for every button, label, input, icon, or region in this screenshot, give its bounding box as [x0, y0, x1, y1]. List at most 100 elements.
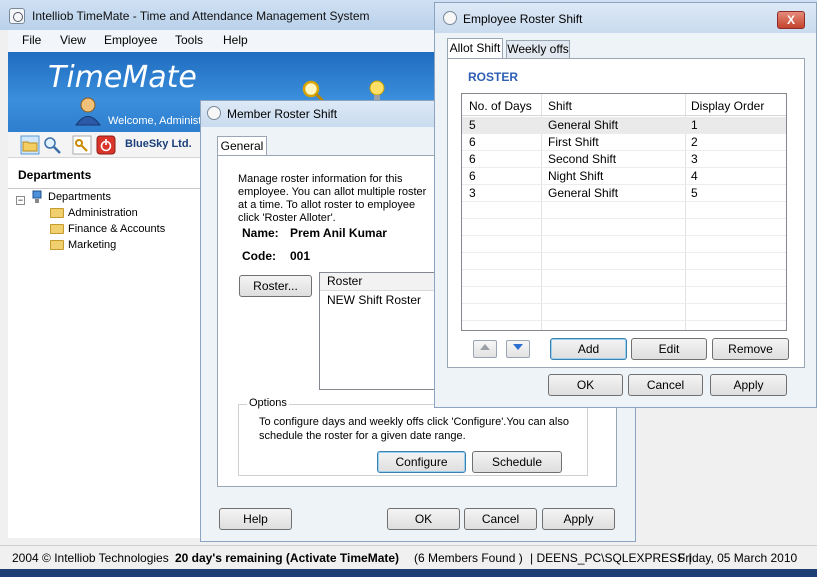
- status-copyright: 2004 © Intelliob Technologies: [12, 551, 169, 565]
- configure-button[interactable]: Configure: [377, 451, 466, 473]
- options-legend: Options: [247, 397, 289, 409]
- move-down-button[interactable]: [506, 340, 530, 358]
- ok-button[interactable]: OK: [387, 508, 460, 530]
- tree-item-label: Finance & Accounts: [68, 223, 166, 235]
- roster-list-item[interactable]: NEW Shift Roster: [327, 293, 421, 307]
- tree-collapse-toggle[interactable]: −: [16, 196, 25, 205]
- row-divider: [462, 286, 786, 287]
- cell-order: 4: [691, 169, 698, 183]
- menu-tools[interactable]: Tools: [175, 33, 203, 47]
- schedule-button[interactable]: Schedule: [472, 451, 562, 473]
- row-divider: [462, 235, 786, 236]
- cell-days: 6: [469, 152, 476, 166]
- ok-button[interactable]: OK: [548, 374, 623, 396]
- departments-panel: Departments − Departments Administration…: [8, 158, 202, 538]
- allot-shift-panel: ROSTER No. of Days Shift Display Order 5: [447, 58, 805, 368]
- employee-dialog-title: Employee Roster Shift: [463, 12, 583, 26]
- arrow-down-icon: [513, 344, 523, 350]
- col-header-days[interactable]: No. of Days: [469, 99, 532, 113]
- clock-icon: [207, 106, 221, 120]
- roster-button[interactable]: Roster...: [239, 275, 312, 297]
- cell-order: 5: [691, 186, 698, 200]
- cell-days: 3: [469, 186, 476, 200]
- tab-weekly-offs[interactable]: Weekly offs: [506, 40, 570, 58]
- col-header-order[interactable]: Display Order: [691, 99, 764, 113]
- status-date: Friday, 05 March 2010: [678, 551, 798, 565]
- cell-days: 6: [469, 169, 476, 183]
- options-text: To configure days and weekly offs click …: [259, 416, 569, 442]
- cell-shift: General Shift: [548, 118, 619, 132]
- employee-dialog-title-bar: Employee Roster Shift X: [435, 3, 816, 33]
- row-divider: [462, 252, 786, 253]
- row-divider: [462, 269, 786, 270]
- roster-section-title: ROSTER: [468, 70, 519, 84]
- remove-button[interactable]: Remove: [712, 338, 789, 360]
- table-row[interactable]: 6 Second Shift 3: [462, 151, 786, 167]
- status-trial[interactable]: 20 day's remaining (Activate TimeMate): [175, 551, 399, 565]
- menu-employee[interactable]: Employee: [104, 33, 157, 47]
- apply-button[interactable]: Apply: [710, 374, 787, 396]
- taskbar-strip: [0, 569, 817, 577]
- add-button[interactable]: Add: [550, 338, 627, 360]
- welcome-text: Welcome, Administ: [108, 115, 202, 127]
- tree-item-label: Administration: [68, 207, 138, 219]
- table-row[interactable]: 5 General Shift 1: [462, 117, 786, 133]
- roster-list[interactable]: Roster NEW Shift Roster: [319, 272, 439, 390]
- name-label: Name:: [242, 226, 279, 240]
- close-icon[interactable]: X: [777, 11, 805, 29]
- shift-grid[interactable]: No. of Days Shift Display Order 5 Genera…: [461, 93, 787, 331]
- table-row[interactable]: 6 Night Shift 4: [462, 168, 786, 184]
- status-server: | DEENS_PC\SQLEXPRESS |: [530, 551, 692, 565]
- key-icon[interactable]: [72, 135, 92, 155]
- name-value: Prem Anil Kumar: [290, 226, 387, 240]
- row-divider: [462, 303, 786, 304]
- code-value: 001: [290, 249, 311, 263]
- cancel-button[interactable]: Cancel: [464, 508, 537, 530]
- grid-header: No. of Days Shift Display Order: [462, 94, 786, 116]
- roster-list-header: Roster: [320, 273, 438, 291]
- clock-icon: [443, 11, 457, 25]
- menu-file[interactable]: File: [22, 33, 41, 47]
- status-members: (6 Members Found ): [414, 551, 523, 565]
- power-icon[interactable]: [96, 135, 116, 155]
- arrow-up-icon: [480, 344, 490, 350]
- code-label: Code:: [242, 249, 276, 263]
- folder-icon: [50, 224, 64, 235]
- row-divider: [462, 218, 786, 219]
- status-bar: 2004 © Intelliob Technologies 20 day's r…: [0, 545, 817, 569]
- table-row[interactable]: 6 First Shift 2: [462, 134, 786, 150]
- cancel-button[interactable]: Cancel: [628, 374, 703, 396]
- tab-allot-shift[interactable]: Allot Shift: [447, 38, 503, 59]
- table-row[interactable]: 3 General Shift 5: [462, 185, 786, 201]
- tree-item-label: Marketing: [68, 239, 117, 251]
- tree-item-finance[interactable]: Finance & Accounts: [50, 221, 165, 237]
- edit-button[interactable]: Edit: [631, 338, 707, 360]
- find-icon[interactable]: [42, 135, 62, 155]
- row-divider: [462, 201, 786, 202]
- employee-roster-dialog: Employee Roster Shift X Allot Shift Week…: [434, 2, 817, 408]
- open-folder-icon[interactable]: [20, 135, 40, 155]
- apply-button[interactable]: Apply: [542, 508, 615, 530]
- tree-item-marketing[interactable]: Marketing: [50, 237, 116, 253]
- tab-general[interactable]: General: [217, 136, 267, 156]
- menu-help[interactable]: Help: [223, 33, 248, 47]
- app-clock-icon: [9, 8, 25, 24]
- tree-item-administration[interactable]: Administration: [50, 205, 138, 221]
- tree-root-label: Departments: [48, 191, 111, 203]
- cell-shift: First Shift: [548, 135, 599, 149]
- network-icon: [32, 190, 42, 204]
- member-dialog-title: Member Roster Shift: [227, 107, 338, 121]
- user-icon: [75, 97, 101, 126]
- company-name: BlueSky Ltd.: [125, 138, 192, 150]
- menu-view[interactable]: View: [60, 33, 86, 47]
- cell-order: 1: [691, 118, 698, 132]
- tree-root-departments[interactable]: Departments: [30, 189, 111, 205]
- departments-header: Departments: [18, 168, 92, 182]
- cell-shift: General Shift: [548, 186, 619, 200]
- move-up-button[interactable]: [473, 340, 497, 358]
- col-header-shift[interactable]: Shift: [548, 99, 572, 113]
- cell-days: 5: [469, 118, 476, 132]
- timemate-logo: TimeMate: [48, 60, 197, 95]
- help-button[interactable]: Help: [219, 508, 292, 530]
- quick-toolbar: BlueSky Ltd.: [8, 132, 202, 158]
